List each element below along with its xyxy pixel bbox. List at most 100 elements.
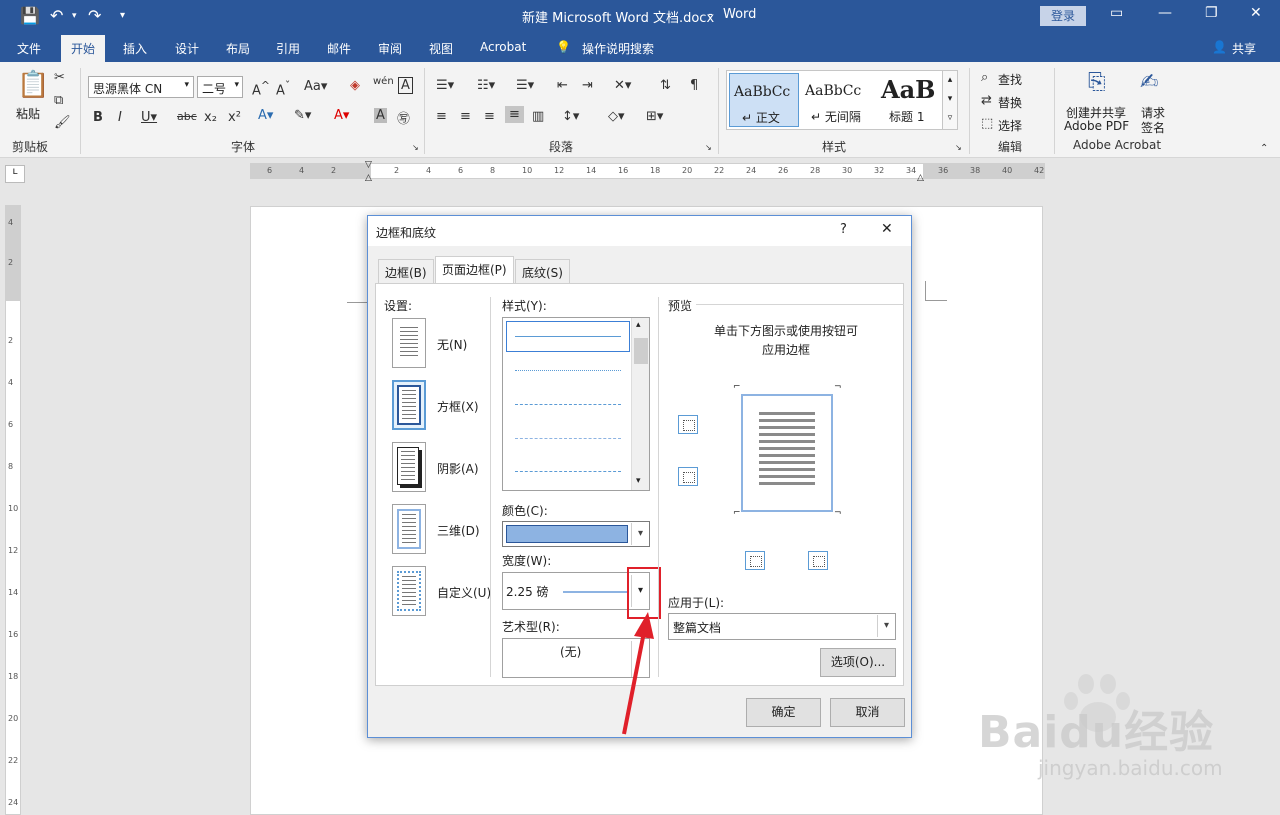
phonetic-guide-icon[interactable]: wén — [373, 76, 394, 87]
hanging-indent-marker[interactable]: △ — [365, 173, 372, 183]
cut-icon[interactable]: ✂ — [54, 70, 65, 85]
enclosed-char-icon[interactable]: ㊢ — [397, 108, 410, 127]
tab-borders[interactable]: 边框(B) — [378, 259, 434, 283]
copy-icon[interactable]: ⧉ — [54, 93, 63, 108]
tab-mailings[interactable]: 邮件 — [327, 40, 351, 57]
distributed-icon[interactable]: ▥ — [532, 109, 544, 124]
setting-custom-label[interactable]: 自定义(U) — [437, 584, 491, 601]
redo-icon[interactable]: ↷ — [88, 6, 101, 25]
replace-icon[interactable]: ⇄ — [981, 93, 992, 108]
font-launcher-icon[interactable]: ↘ — [412, 143, 419, 152]
styles-launcher-icon[interactable]: ↘ — [955, 143, 962, 152]
paragraph-launcher-icon[interactable]: ↘ — [705, 143, 712, 152]
paste-icon[interactable]: 📋 — [17, 70, 49, 100]
line-spacing-icon[interactable]: ↕▾ — [562, 109, 579, 124]
tab-references[interactable]: 引用 — [276, 40, 300, 57]
setting-box-label[interactable]: 方框(X) — [437, 398, 479, 415]
multilevel-list-icon[interactable]: ☰▾ — [516, 78, 534, 93]
bullets-icon[interactable]: ☰▾ — [436, 78, 454, 93]
tab-layout[interactable]: 布局 — [226, 40, 250, 57]
pdf-share-icon[interactable]: ⎘ — [1088, 70, 1106, 95]
styles-scroll[interactable]: ▴ ▾ ▿ — [942, 70, 958, 130]
apply-combo[interactable]: 整篇文档 ▾ — [668, 613, 896, 640]
change-case-icon[interactable]: Aa▾ — [304, 79, 327, 94]
setting-3d-button[interactable] — [392, 504, 426, 554]
format-painter-icon[interactable]: 🖌 — [54, 115, 71, 130]
tab-review[interactable]: 审阅 — [378, 40, 402, 57]
tab-selector[interactable]: ʟ — [5, 165, 25, 183]
font-name-combo[interactable]: 思源黑体 CN ▾ — [88, 76, 194, 98]
right-border-button[interactable] — [808, 551, 828, 570]
dialog-close-button[interactable]: ✕ — [881, 221, 893, 237]
shading-icon[interactable]: ◇▾ — [608, 109, 625, 124]
style-no-spacing[interactable]: AaBbCc ↵ 无间隔 — [803, 73, 873, 127]
left-border-button[interactable] — [745, 551, 765, 570]
save-icon[interactable]: 💾 — [20, 6, 40, 25]
undo-dropdown-icon[interactable]: ▾ — [72, 11, 77, 21]
setting-custom-button[interactable] — [392, 566, 426, 616]
tab-page-border[interactable]: 页面边框(P) — [435, 256, 514, 283]
tab-insert[interactable]: 插入 — [123, 40, 147, 57]
bold-icon[interactable]: B — [93, 110, 103, 125]
chevron-down-icon[interactable]: ▾ — [631, 523, 649, 545]
customize-qat-icon[interactable]: ▾ — [120, 10, 125, 21]
tab-view[interactable]: 视图 — [429, 40, 453, 57]
paste-button[interactable]: 粘贴 — [16, 105, 40, 122]
char-shading-icon[interactable]: A — [374, 108, 387, 123]
text-effects-icon[interactable]: A▾ — [258, 108, 273, 123]
login-button[interactable]: 登录 — [1040, 6, 1086, 26]
cancel-button[interactable]: 取消 — [830, 698, 905, 727]
sort-icon[interactable]: ⇅ — [660, 78, 671, 93]
tell-me-search[interactable]: 操作说明搜索 — [582, 40, 654, 57]
tab-file[interactable]: 文件 — [17, 40, 41, 57]
increase-indent-icon[interactable]: ⇥ — [582, 78, 593, 93]
share-button[interactable]: 共享 — [1232, 40, 1256, 57]
underline-icon[interactable]: U▾ — [141, 110, 157, 125]
ribbon-display-icon[interactable]: ▭ — [1110, 5, 1123, 21]
setting-shadow-label[interactable]: 阴影(A) — [437, 460, 479, 477]
line-style-dashed[interactable] — [515, 404, 621, 405]
restore-icon[interactable]: ❐ — [1205, 5, 1218, 21]
collapse-ribbon-icon[interactable]: ⌃ — [1260, 143, 1268, 154]
scroll-thumb[interactable] — [634, 338, 648, 364]
style-heading-1[interactable]: AaB 标题 1 — [875, 73, 945, 127]
setting-none-label[interactable]: 无(N) — [437, 336, 467, 353]
style-normal[interactable]: AaBbCc ↵ 正文 — [729, 73, 799, 127]
font-size-combo[interactable]: 二号 ▾ — [197, 76, 243, 98]
bottom-border-button[interactable] — [678, 467, 698, 486]
signature-icon[interactable]: ✍ — [1140, 70, 1158, 95]
show-marks-icon[interactable]: ¶ — [690, 78, 698, 93]
line-style-solid[interactable] — [515, 336, 621, 337]
scroll-down-icon[interactable]: ▾ — [636, 476, 641, 486]
line-style-dotted[interactable] — [515, 370, 621, 371]
superscript-icon[interactable]: x² — [228, 110, 241, 125]
font-color-icon[interactable]: A▾ — [334, 108, 349, 123]
setting-box-button[interactable] — [392, 380, 426, 430]
select-button[interactable]: 选择 — [998, 117, 1022, 134]
line-style-dash-dot[interactable] — [515, 471, 621, 472]
right-indent-marker[interactable]: △ — [917, 173, 924, 183]
italic-icon[interactable]: I — [118, 110, 122, 125]
search-icon[interactable]: ⌕ — [981, 70, 988, 85]
tab-shading[interactable]: 底纹(S) — [515, 259, 570, 283]
chevron-down-icon[interactable]: ▾ — [877, 615, 895, 637]
subscript-icon[interactable]: x₂ — [204, 110, 217, 125]
borders-icon[interactable]: ⊞▾ — [646, 109, 663, 124]
minimize-icon[interactable]: — — [1158, 5, 1172, 21]
setting-shadow-button[interactable] — [392, 442, 426, 492]
ok-button[interactable]: 确定 — [746, 698, 821, 727]
line-style-long-dash[interactable] — [515, 438, 621, 439]
close-window-icon[interactable]: ✕ — [1250, 5, 1262, 21]
decrease-indent-icon[interactable]: ⇤ — [557, 78, 568, 93]
request-sign-line2[interactable]: 签名 — [1141, 119, 1165, 136]
align-center-icon[interactable]: ≡ — [460, 109, 471, 124]
style-scrollbar[interactable]: ▴ ▾ — [631, 318, 649, 490]
top-border-button[interactable] — [678, 415, 698, 434]
align-right-icon[interactable]: ≡ — [484, 109, 495, 124]
justify-icon[interactable]: ≡ — [505, 106, 524, 123]
replace-button[interactable]: 替换 — [998, 94, 1022, 111]
align-left-icon[interactable]: ≡ — [436, 109, 447, 124]
highlight-icon[interactable]: ✎▾ — [294, 108, 311, 123]
find-button[interactable]: 查找 — [998, 71, 1022, 88]
scroll-up-icon[interactable]: ▴ — [636, 320, 641, 330]
